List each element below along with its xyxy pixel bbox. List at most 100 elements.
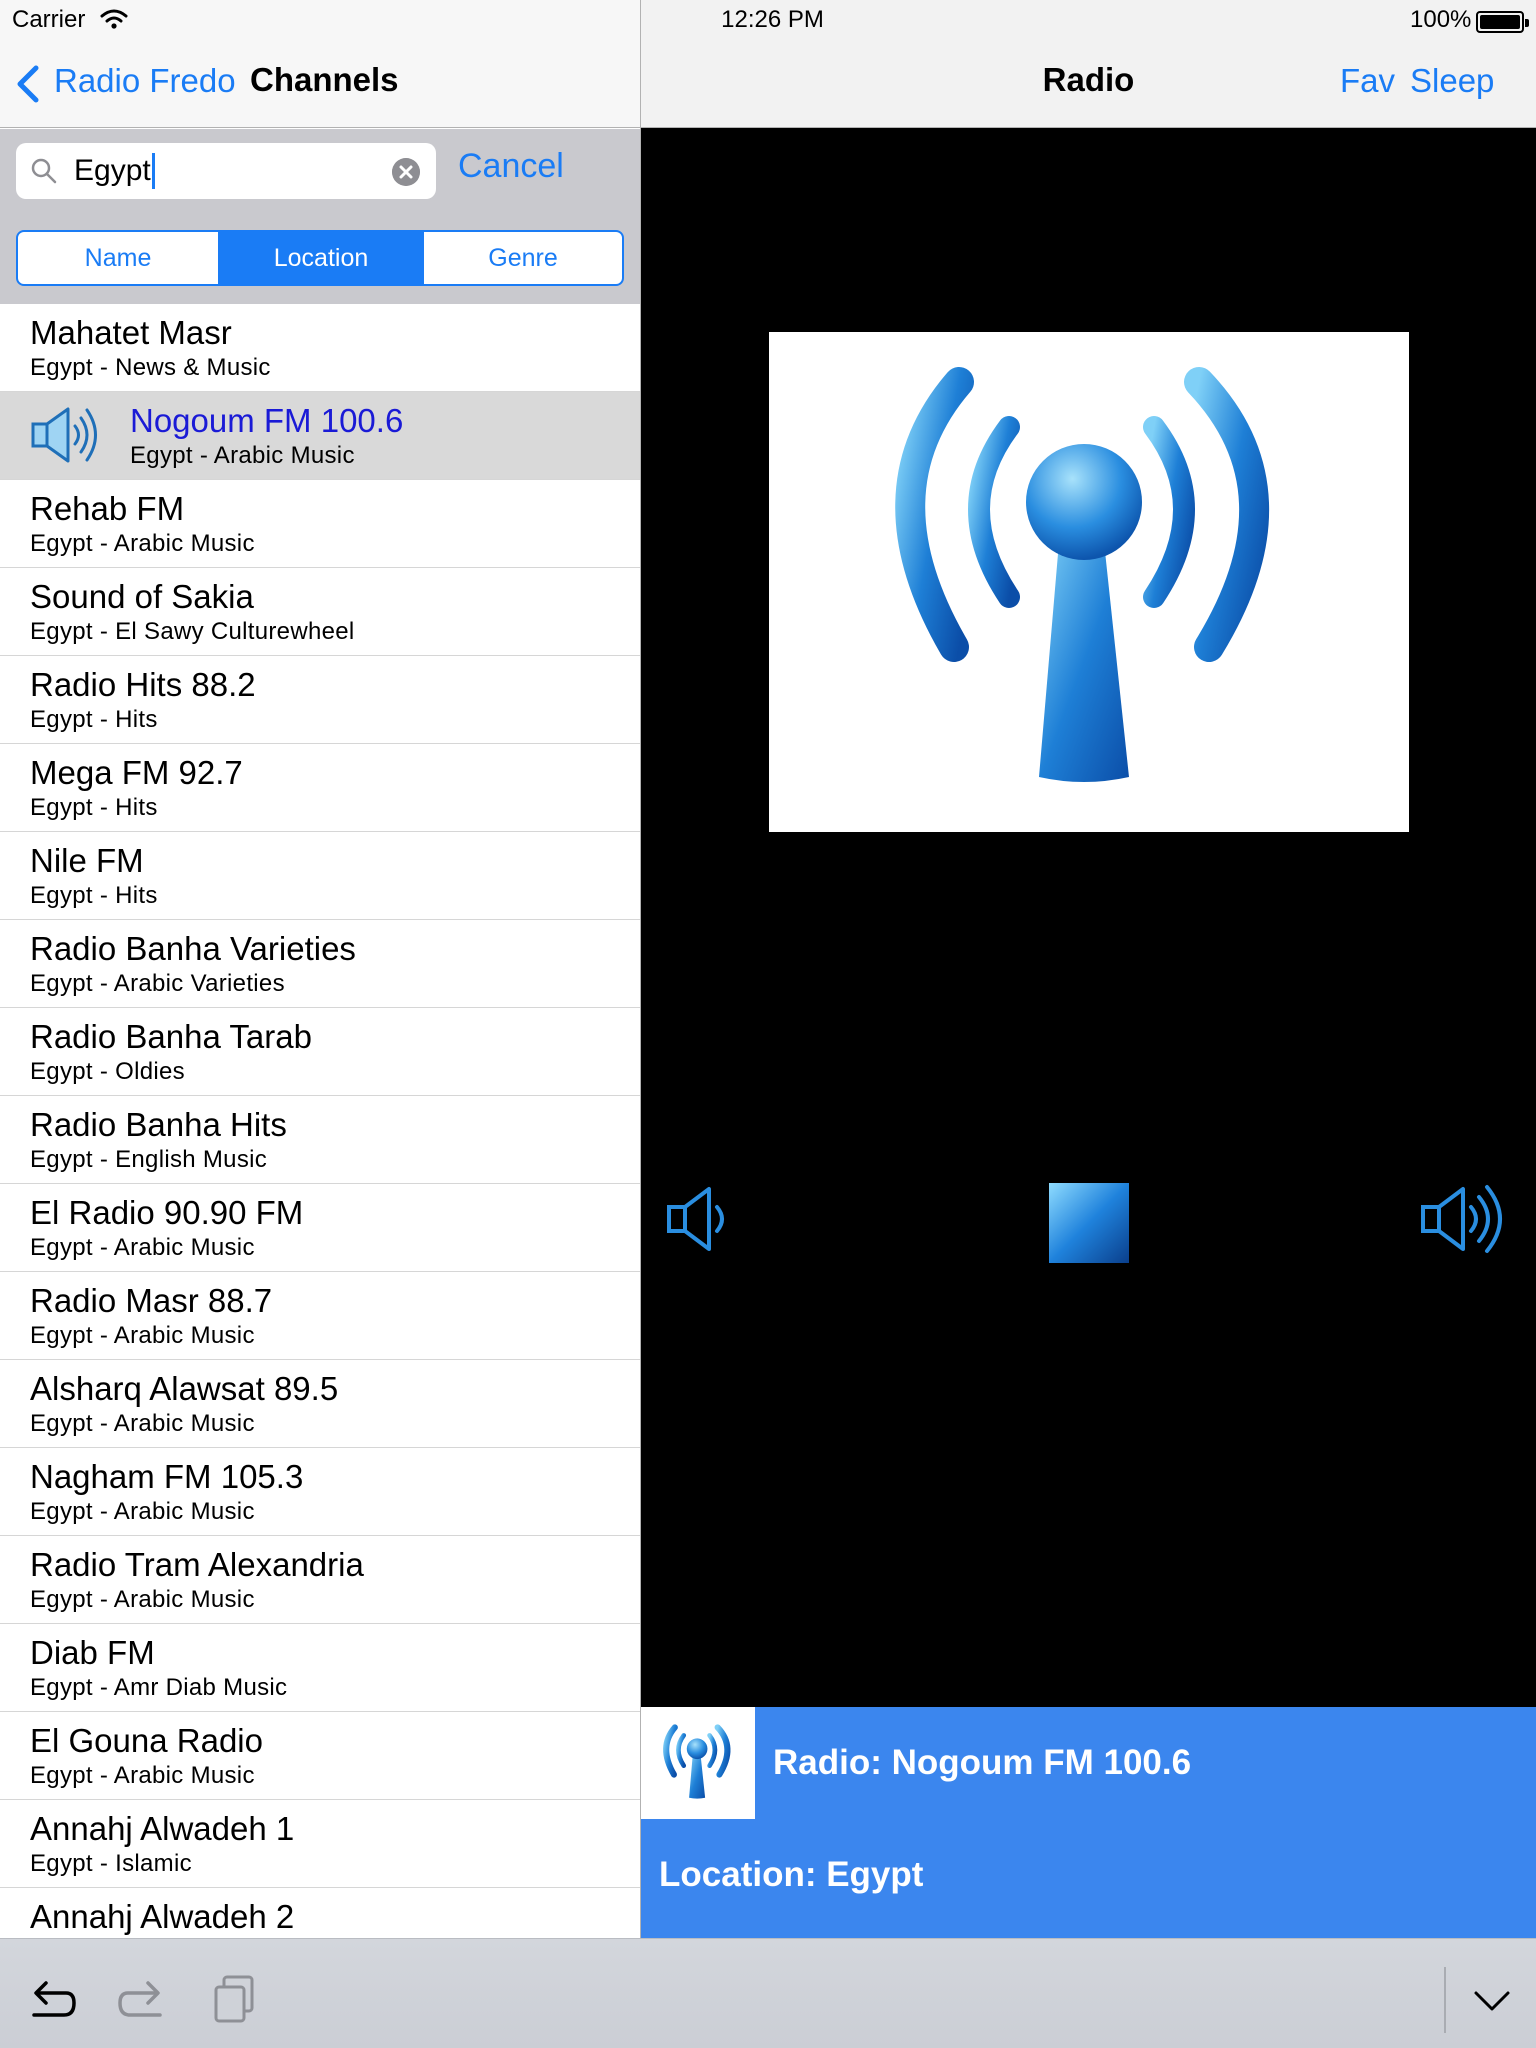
now-playing-thumbnail: [641, 1707, 755, 1819]
channel-name: Nogoum FM 100.6: [130, 402, 404, 439]
redo-icon[interactable]: [118, 1979, 166, 2021]
channel-detail: Egypt - Arabic Music: [30, 1410, 255, 1437]
now-playing-location: Location: Egypt: [659, 1855, 924, 1894]
radio-tower-icon: [895, 367, 1269, 782]
channel-row[interactable]: Sound of Sakia Egypt - El Sawy Culturewhe…: [0, 568, 640, 656]
battery-percent: 100%: [1410, 6, 1472, 33]
channel-row[interactable]: Nile FM Egypt - Hits: [0, 832, 640, 920]
back-button[interactable]: Radio Fredo: [54, 62, 236, 100]
channel-name: Radio Banha Tarab: [30, 1018, 312, 1055]
channel-row[interactable]: Diab FM Egypt - Amr Diab Music: [0, 1624, 640, 1712]
channel-row[interactable]: Annahj Alwadeh 2: [0, 1888, 640, 1938]
channel-row[interactable]: Mega FM 92.7 Egypt - Hits: [0, 744, 640, 832]
battery-icon: [1476, 11, 1529, 33]
channel-name: Mahatet Masr: [30, 314, 232, 351]
channel-detail: Egypt - El Sawy Culturewheel: [30, 618, 355, 645]
channel-detail: Egypt - Arabic Music: [30, 1762, 255, 1789]
channel-row[interactable]: Alsharq Alawsat 89.5 Egypt - Arabic Music: [0, 1360, 640, 1448]
search-scope-control: Name Location Genre: [16, 230, 624, 286]
channel-detail: Egypt - Arabic Music: [130, 442, 355, 469]
chevron-left-icon[interactable]: [14, 64, 44, 104]
clock: 12:26 PM: [640, 6, 905, 34]
stop-icon[interactable]: [1049, 1183, 1129, 1263]
channel-row[interactable]: Radio Banha Hits Egypt - English Music: [0, 1096, 640, 1184]
channel-detail: Egypt - Hits: [30, 882, 158, 909]
channel-detail: Egypt - Islamic: [30, 1850, 192, 1877]
keyboard-dismiss-icon[interactable]: [1472, 1989, 1512, 2013]
text-caret: [151, 153, 155, 189]
channels-nav-bar: Radio Fredo Channels: [0, 42, 640, 128]
channel-row[interactable]: Nogoum FM 100.6 Egypt - Arabic Music: [0, 392, 640, 480]
channel-name: Nile FM: [30, 842, 144, 879]
channel-detail: Egypt - Hits: [30, 794, 158, 821]
channel-name: Radio Masr 88.7: [30, 1282, 273, 1319]
cancel-button[interactable]: Cancel: [458, 147, 564, 186]
keyboard-shortcut-bar: [0, 1938, 1536, 2048]
search-area: Egypt Cancel Name Location Genre: [0, 129, 640, 304]
channel-detail: Egypt - Amr Diab Music: [30, 1674, 288, 1701]
magnifier-icon: [31, 158, 57, 184]
channel-row[interactable]: Radio Banha Varieties Egypt - Arabic Vari…: [0, 920, 640, 1008]
channel-row[interactable]: Annahj Alwadeh 1 Egypt - Islamic: [0, 1800, 640, 1888]
channel-detail: Egypt - Arabic Music: [30, 530, 255, 557]
now-playing-title: Radio: Nogoum FM 100.6: [773, 1743, 1192, 1782]
segment-location[interactable]: Location: [218, 232, 422, 284]
search-input[interactable]: Egypt: [16, 143, 436, 199]
segment-genre[interactable]: Genre: [422, 232, 622, 284]
status-bar-left-bg: [0, 0, 640, 42]
now-playing-panel: Radio: Nogoum FM 100.6 Location: Egypt: [641, 1707, 1536, 1938]
carrier-label: Carrier: [12, 6, 86, 33]
wifi-icon: [100, 9, 128, 29]
clock-label: 12:26 PM: [721, 6, 824, 33]
nav-title-channels: Channels: [250, 61, 399, 98]
channel-row[interactable]: Radio Hits 88.2 Egypt - Hits: [0, 656, 640, 744]
channel-name: Radio Banha Varieties: [30, 930, 356, 967]
channel-row[interactable]: El Radio 90.90 FM Egypt - Arabic Music: [0, 1184, 640, 1272]
channel-row[interactable]: Radio Masr 88.7 Egypt - Arabic Music: [0, 1272, 640, 1360]
channel-name: Annahj Alwadeh 1: [30, 1810, 295, 1847]
channel-name: El Gouna Radio: [30, 1722, 263, 1759]
channel-detail: Egypt - Arabic Music: [30, 1322, 255, 1349]
channel-row[interactable]: Radio Banha Tarab Egypt - Oldies: [0, 1008, 640, 1096]
paste-icon[interactable]: [212, 1975, 256, 2023]
channel-detail: Egypt - Arabic Varieties: [30, 970, 285, 997]
channels-pane: Radio Fredo Channels Egypt Cancel Name L…: [0, 0, 640, 1938]
fav-button[interactable]: Fav: [1340, 62, 1395, 100]
channel-list[interactable]: Mahatet Masr Egypt - News & Music Nogoum F…: [0, 304, 640, 1938]
volume-down-icon[interactable]: [665, 1179, 745, 1259]
sleep-button[interactable]: Sleep: [1410, 62, 1494, 100]
channel-row[interactable]: Nagham FM 105.3 Egypt - Arabic Music: [0, 1448, 640, 1536]
channel-row[interactable]: El Gouna Radio Egypt - Arabic Music: [0, 1712, 640, 1800]
channel-name: Sound of Sakia: [30, 578, 254, 615]
channel-name: El Radio 90.90 FM: [30, 1194, 304, 1231]
clear-circle-icon[interactable]: [392, 158, 420, 186]
station-artwork: [769, 332, 1409, 832]
channel-name: Radio Tram Alexandria: [30, 1546, 364, 1583]
channel-name: Annahj Alwadeh 2: [30, 1898, 295, 1935]
channel-name: Alsharq Alawsat 89.5: [30, 1370, 339, 1407]
channel-name: Nagham FM 105.3: [30, 1458, 304, 1495]
radio-nav-bar: Radio Fav Sleep: [641, 42, 1536, 128]
channel-detail: Egypt - Arabic Music: [30, 1234, 255, 1261]
toolbar-divider: [1444, 1967, 1446, 2033]
channel-name: Radio Hits 88.2: [30, 666, 256, 703]
nav-title-radio: Radio: [1042, 61, 1135, 98]
status-bar: Carrier 12:26 PM 100%: [0, 0, 1536, 42]
channel-row[interactable]: Radio Tram Alexandria Egypt - Arabic Musi…: [0, 1536, 640, 1624]
radio-tower-icon: [663, 1724, 731, 1799]
speaker-icon: [31, 407, 97, 463]
search-input-value: Egypt: [74, 153, 155, 189]
channel-detail: Egypt - Arabic Music: [30, 1586, 255, 1613]
channel-detail: Egypt - Oldies: [30, 1058, 185, 1085]
channel-row[interactable]: Rehab FM Egypt - Arabic Music: [0, 480, 640, 568]
channel-detail: Egypt - News & Music: [30, 354, 271, 381]
undo-icon[interactable]: [28, 1979, 76, 2021]
channel-name: Rehab FM: [30, 490, 185, 527]
channel-row[interactable]: Mahatet Masr Egypt - News & Music: [0, 304, 640, 392]
channel-detail: Egypt - Arabic Music: [30, 1498, 255, 1525]
channel-detail: Egypt - Hits: [30, 706, 158, 733]
volume-up-icon[interactable]: [1419, 1179, 1515, 1259]
segment-name[interactable]: Name: [18, 232, 218, 284]
channel-name: Mega FM 92.7: [30, 754, 243, 791]
player-area: [641, 129, 1536, 1707]
